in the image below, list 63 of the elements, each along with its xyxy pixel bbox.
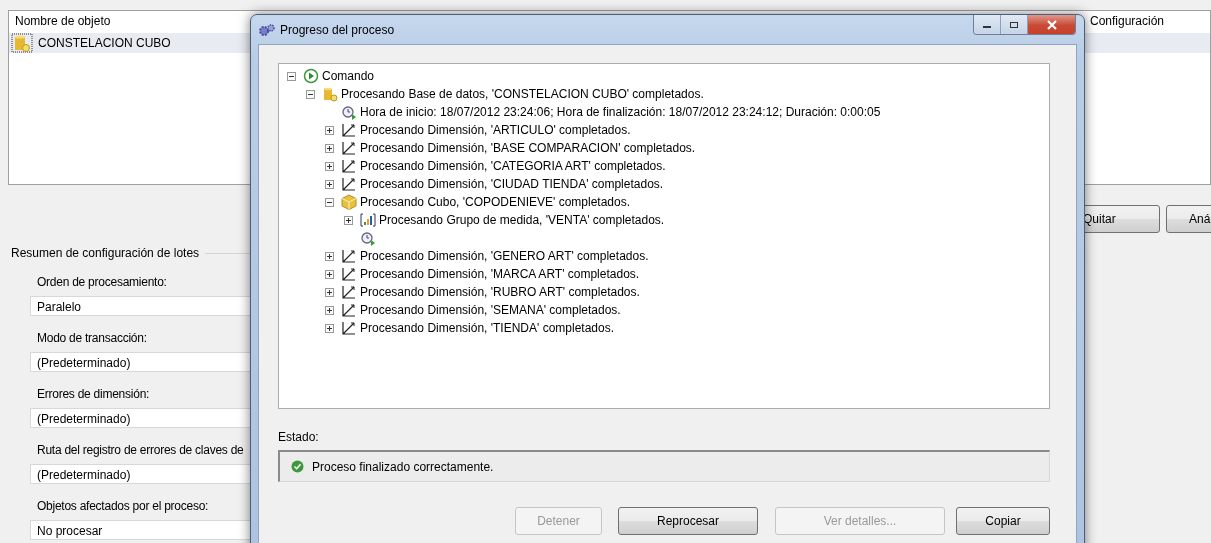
- tree-item-text[interactable]: Comando: [322, 69, 375, 83]
- expand-icon[interactable]: [325, 269, 334, 279]
- tree-item-text[interactable]: Hora de inicio: 18/07/2012 23:24:06; Hora de finalización: 18/07/2012 23:24:12; Duración: 0:00:05: [360, 105, 881, 119]
- axes-icon: [341, 284, 357, 300]
- close-button[interactable]: [1028, 15, 1075, 34]
- setting-label: Modo de transacción:: [36, 330, 147, 347]
- axes-icon: [341, 176, 357, 192]
- setting-label: Errores de dimensión:: [36, 386, 150, 403]
- tree-item-text[interactable]: Procesando Dimensión, 'TIENDA' completados.: [360, 321, 615, 335]
- close-icon: [1045, 19, 1058, 30]
- axes-icon: [341, 158, 357, 174]
- stopwatch-icon: [341, 104, 357, 120]
- status-label: Estado:: [278, 430, 320, 444]
- object-name: CONSTELACION CUBO: [38, 36, 171, 50]
- axes-icon: [341, 302, 357, 318]
- expand-icon[interactable]: [325, 287, 334, 297]
- tree-item-text[interactable]: Procesando Grupo de medida, 'VENTA' completados.: [379, 213, 665, 227]
- setting-label: Orden de procesamiento:: [36, 274, 167, 291]
- stopwatch-icon: [360, 230, 376, 246]
- group-title: Resumen de configuración de lotes: [11, 246, 200, 260]
- tree-item-text[interactable]: Procesando Dimensión, 'BASE COMPARACION' completados.: [360, 141, 696, 155]
- expand-icon[interactable]: [325, 251, 334, 261]
- tree-item-text[interactable]: Procesando Dimensión, 'SEMANA' completados.: [360, 303, 621, 317]
- tree-item-text[interactable]: Procesando Base de datos, 'CONSTELACION CUBO' completados.: [341, 87, 704, 101]
- gears-icon: [258, 22, 276, 37]
- axes-icon: [341, 266, 357, 282]
- axes-icon: [341, 320, 357, 336]
- tree-item-text[interactable]: Procesando Cubo, 'COPODENIEVE' completados.: [360, 195, 631, 209]
- play-circle-icon: [303, 68, 319, 84]
- axes-icon: [341, 140, 357, 156]
- axes-icon: [341, 122, 357, 138]
- expand-icon[interactable]: [325, 161, 334, 171]
- tree-item-text[interactable]: Procesando Dimensión, 'GENERO ART' completados.: [360, 249, 649, 263]
- list-button[interactable]: Aná: [1166, 205, 1211, 233]
- expand-icon[interactable]: [344, 215, 353, 225]
- expand-icon[interactable]: [325, 143, 334, 153]
- collapse-icon[interactable]: [287, 71, 296, 81]
- maximize-icon: [1009, 20, 1019, 29]
- collapse-icon[interactable]: [306, 89, 315, 99]
- expand-icon[interactable]: [325, 323, 334, 333]
- window-title: Progreso del proceso: [280, 22, 395, 37]
- tree-item-text[interactable]: Procesando Dimensión, 'MARCA ART' completados.: [360, 267, 640, 281]
- bar-chart-icon: [360, 212, 376, 228]
- axes-icon: [341, 248, 357, 264]
- dialog-button[interactable]: Reprocesar: [618, 507, 758, 535]
- tree-item-text[interactable]: Procesando Dimensión, 'CATEGORIA ART' completados.: [360, 159, 666, 173]
- database-icon: [322, 86, 338, 102]
- setting-label: Objetos afectados por el proceso:: [36, 498, 209, 515]
- setting-label: Ruta del registro de errores de claves de: [36, 442, 244, 459]
- collapse-icon[interactable]: [325, 197, 334, 207]
- expand-icon[interactable]: [325, 305, 334, 315]
- cube-icon: [341, 194, 357, 210]
- tree-item-text[interactable]: Procesando Dimensión, 'CIUDAD TIENDA' completados.: [360, 177, 664, 191]
- expand-icon[interactable]: [325, 125, 334, 135]
- dialog-button[interactable]: Copiar: [956, 507, 1050, 535]
- tree-item-text[interactable]: Procesando Dimensión, 'ARTICULO' completados.: [360, 123, 631, 137]
- status-message: Proceso finalizado correctamente.: [312, 459, 494, 474]
- maximize-button[interactable]: [1001, 15, 1028, 34]
- minimize-button[interactable]: [974, 15, 1001, 34]
- expand-icon[interactable]: [325, 179, 334, 189]
- database-icon: [11, 33, 33, 53]
- tree-item-text[interactable]: Procesando Dimensión, 'RUBRO ART' completados.: [360, 285, 640, 299]
- column-header[interactable]: Configuración: [1082, 14, 1210, 28]
